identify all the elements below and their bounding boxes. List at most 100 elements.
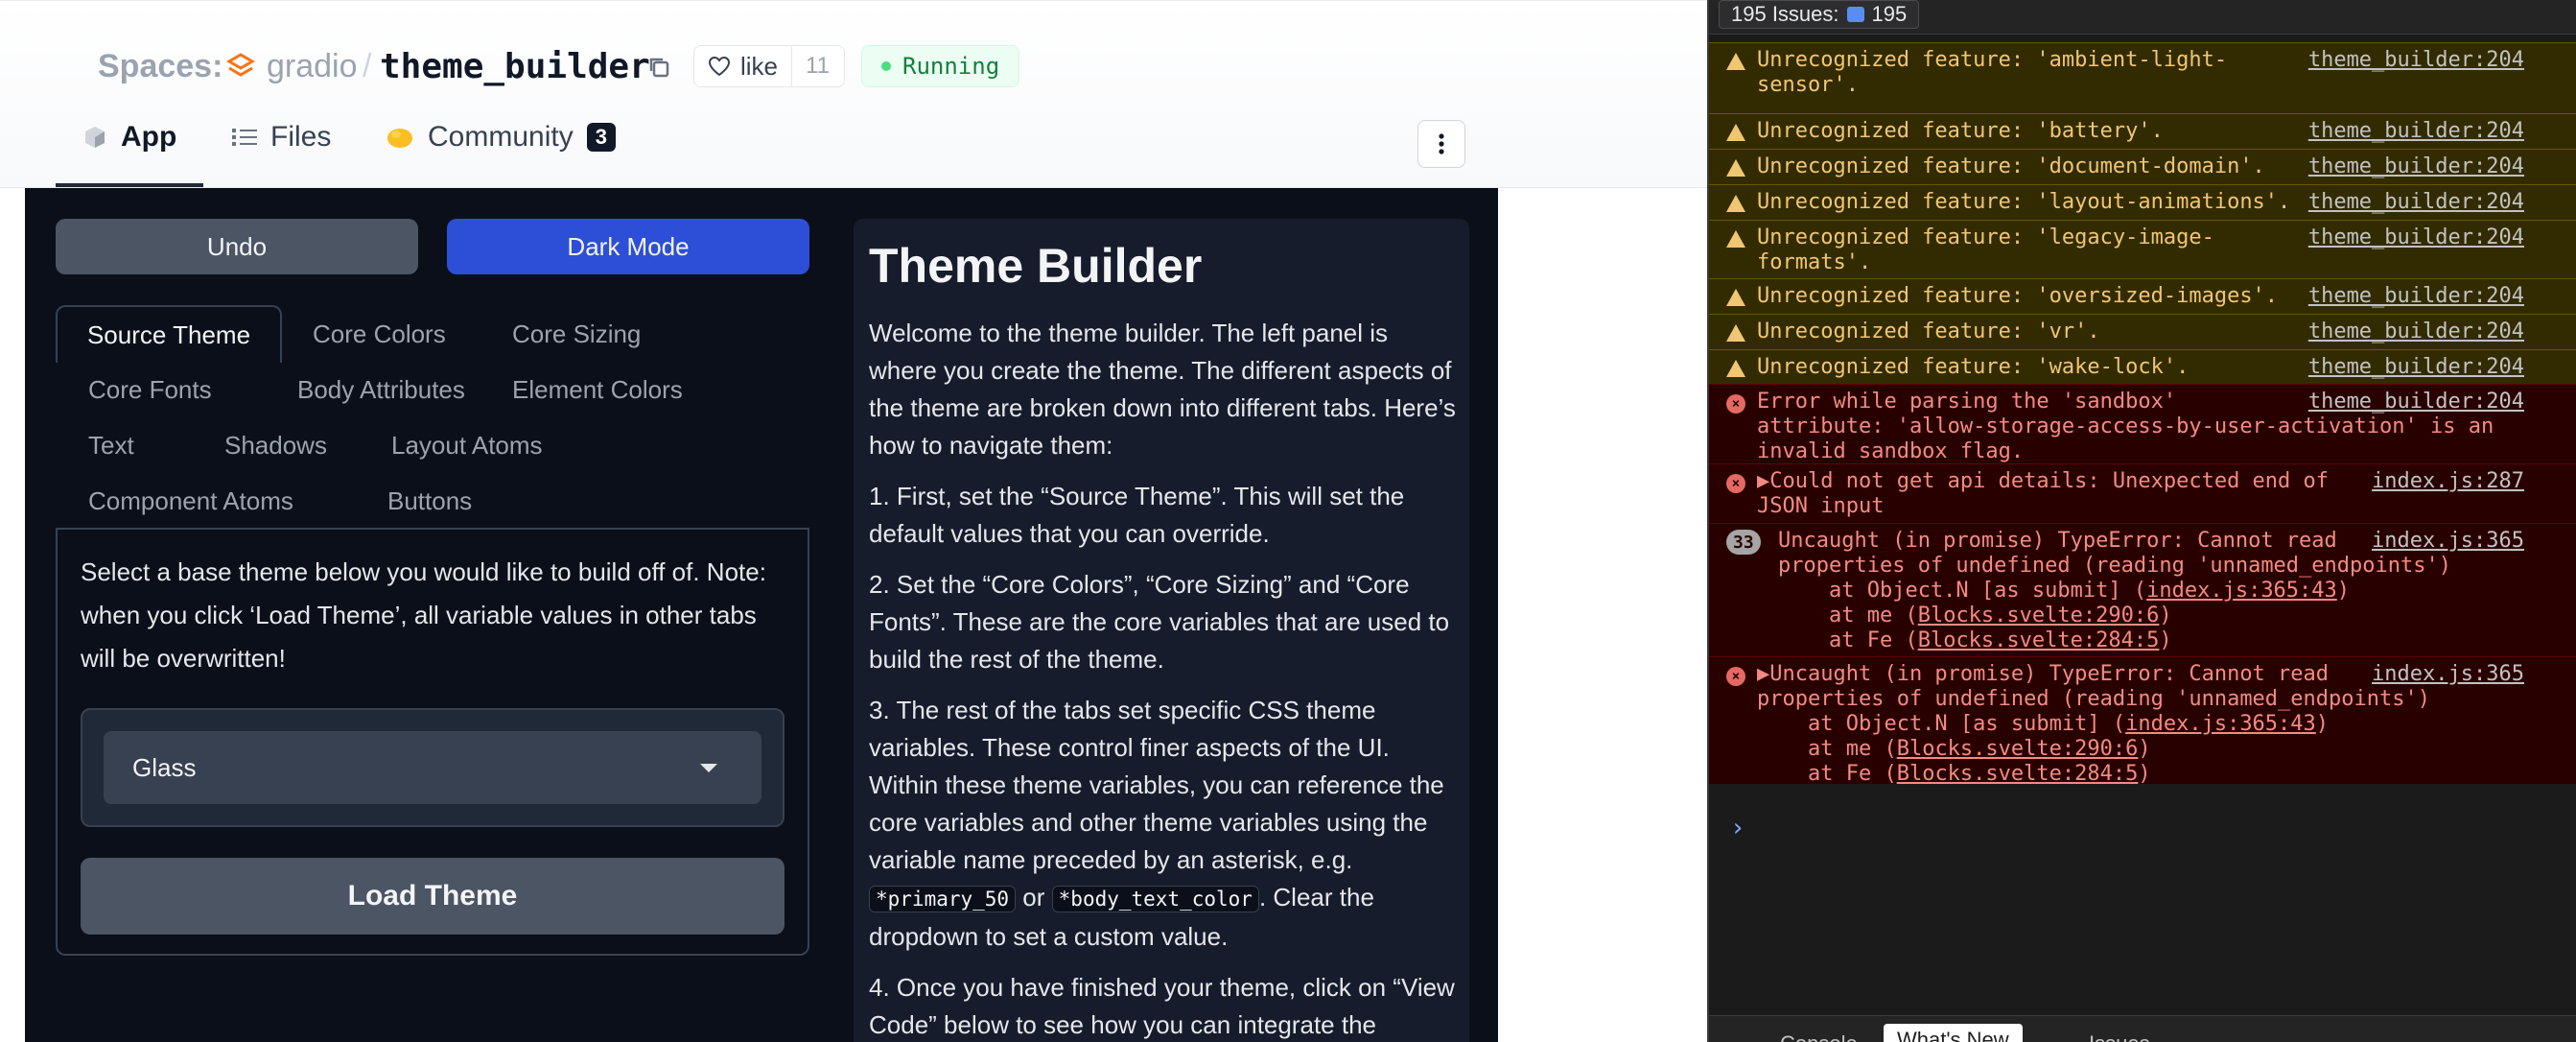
tab-source-theme[interactable]: Source Theme bbox=[56, 305, 282, 363]
like-main[interactable]: like bbox=[694, 46, 793, 86]
console-warning-row[interactable]: Unrecognized feature: 'layout-animations… bbox=[1709, 184, 2576, 220]
hf-space-page: Spaces: gradio / theme_builder like 11 R… bbox=[0, 0, 1707, 1042]
spaces-breadcrumb[interactable]: Spaces: bbox=[98, 43, 222, 89]
like-count[interactable]: 11 bbox=[792, 46, 843, 86]
console-warning-row[interactable]: Unrecognized feature: 'vr'. theme_builder… bbox=[1709, 314, 2576, 349]
source-link[interactable]: theme_builder:204 bbox=[2308, 355, 2524, 380]
files-list-icon bbox=[232, 129, 257, 146]
tab-buttons[interactable]: Buttons bbox=[387, 472, 472, 530]
source-link[interactable]: index.js:365 bbox=[2372, 529, 2524, 554]
source-link[interactable]: theme_builder:204 bbox=[2308, 390, 2524, 414]
tab-app-label: App bbox=[121, 121, 177, 153]
code-body-text-color: *body_text_color bbox=[1051, 886, 1259, 912]
gradio-org-icon bbox=[226, 53, 255, 77]
console-warning-row[interactable]: Unrecognized feature: 'legacy-image- for… bbox=[1709, 220, 2576, 278]
spaces-logo-icon[interactable] bbox=[56, 50, 88, 83]
tab-body-attributes[interactable]: Body Attributes bbox=[297, 361, 465, 418]
source-theme-dropdown[interactable]: Glass bbox=[104, 731, 761, 804]
stack-trace-line: at me (Blocks.svelte:290:6) bbox=[1757, 737, 2151, 761]
theme-tabs: Source Theme Core Colors Core Sizing Cor… bbox=[56, 305, 809, 526]
console-error-row[interactable]: 33 Uncaught (in promise) TypeError: Canno… bbox=[1709, 523, 2576, 656]
tab-component-atoms[interactable]: Component Atoms bbox=[88, 472, 293, 530]
drawer-tab-console[interactable]: Console bbox=[1780, 1031, 1858, 1042]
issues-button[interactable]: 195 Issues: 195 bbox=[1719, 0, 1920, 29]
console-message-text: Unrecognized feature: 'vr'. bbox=[1757, 320, 2100, 343]
console-message-text: Uncaught (in promise) TypeError: Cannot … bbox=[1778, 529, 2451, 652]
status-dot-icon bbox=[881, 61, 891, 71]
repeat-count-badge: 33 bbox=[1726, 530, 1761, 555]
step-2-text: 2. Set the “Core Colors”, “Core Sizing” … bbox=[869, 570, 1450, 674]
error-icon: × bbox=[1726, 667, 1745, 686]
console-message-text: Unrecognized feature: 'legacy-image- for… bbox=[1757, 225, 2214, 274]
code-primary-50: *primary_50 bbox=[869, 886, 1017, 912]
source-link[interactable]: theme_builder:204 bbox=[2308, 320, 2524, 344]
console-message-text: ▶Uncaught (in promise) TypeError: Cannot… bbox=[1757, 662, 2430, 786]
undo-button[interactable]: Undo bbox=[56, 219, 418, 274]
warning-icon bbox=[1726, 53, 1745, 70]
like-button[interactable]: like 11 bbox=[693, 45, 845, 87]
stack-trace-line: at me (Blocks.svelte:290:6) bbox=[1778, 604, 2172, 628]
console-warning-row[interactable]: Unrecognized feature: 'oversized-images'… bbox=[1709, 278, 2576, 314]
tab-layout-atoms[interactable]: Layout Atoms bbox=[391, 416, 543, 474]
tab-app[interactable]: App bbox=[82, 114, 176, 160]
error-icon: × bbox=[1726, 394, 1745, 414]
drawer-tabs: Console What's New Issues bbox=[1709, 1015, 2576, 1042]
warning-icon bbox=[1726, 360, 1745, 377]
copy-icon[interactable] bbox=[646, 55, 671, 80]
error-icon: × bbox=[1726, 474, 1745, 493]
tab-text[interactable]: Text bbox=[88, 416, 134, 474]
stack-trace-link[interactable]: index.js:365:43 bbox=[2125, 712, 2316, 736]
tab-element-colors[interactable]: Element Colors bbox=[512, 361, 683, 418]
source-link[interactable]: theme_builder:204 bbox=[2308, 119, 2524, 144]
status-badge: Running bbox=[861, 45, 1020, 87]
tab-shadows[interactable]: Shadows bbox=[224, 416, 327, 474]
tab-core-sizing[interactable]: Core Sizing bbox=[512, 305, 641, 363]
console-warning-row[interactable]: Unrecognized feature: 'ambient-light- se… bbox=[1709, 42, 2576, 113]
stack-trace-line: at Object.N [as submit] (index.js:365:43… bbox=[1778, 579, 2351, 603]
page-title: Theme Builder bbox=[869, 239, 1203, 293]
heart-icon bbox=[708, 56, 731, 77]
source-link[interactable]: theme_builder:204 bbox=[2308, 190, 2524, 215]
source-link[interactable]: index.js:287 bbox=[2372, 469, 2524, 494]
dropdown-value: Glass bbox=[132, 752, 197, 782]
source-link[interactable]: theme_builder:204 bbox=[2308, 284, 2524, 309]
stack-trace-link[interactable]: Blocks.svelte:290:6 bbox=[1918, 604, 2160, 628]
stack-trace-link[interactable]: Blocks.svelte:284:5 bbox=[1897, 762, 2139, 786]
console-prompt[interactable]: › bbox=[1730, 814, 1745, 842]
tab-community[interactable]: Community 3 bbox=[386, 114, 616, 160]
community-count-badge: 3 bbox=[586, 123, 616, 152]
console-error-row[interactable]: × ▶Could not get api details: Unexpected … bbox=[1709, 463, 2576, 523]
source-link[interactable]: index.js:365 bbox=[2372, 662, 2524, 687]
source-link[interactable]: theme_builder:204 bbox=[2308, 48, 2524, 73]
console-warning-row[interactable]: Unrecognized feature: 'document-domain'.… bbox=[1709, 149, 2576, 184]
org-name-link[interactable]: gradio bbox=[267, 43, 358, 89]
repo-name-link[interactable]: theme_builder bbox=[380, 43, 650, 89]
source-link[interactable]: theme_builder:204 bbox=[2308, 154, 2524, 179]
tab-files[interactable]: Files bbox=[232, 114, 331, 160]
intro-text: Welcome to the theme builder. The left p… bbox=[869, 319, 1456, 460]
tab-core-colors[interactable]: Core Colors bbox=[313, 305, 446, 363]
console-warning-row[interactable]: Unrecognized feature: 'wake-lock'. theme_… bbox=[1709, 349, 2576, 384]
step-3-text: 3. The rest of the tabs set specific CSS… bbox=[869, 692, 1460, 956]
app-cube-icon bbox=[85, 127, 105, 148]
stack-trace-link[interactable]: index.js:365:43 bbox=[2146, 579, 2337, 603]
community-hand-icon bbox=[387, 129, 412, 148]
console-error-row[interactable]: × ▶Uncaught (in promise) TypeError: Canno… bbox=[1709, 656, 2576, 786]
console-error-row[interactable]: × Error while parsing the 'sandbox' attri… bbox=[1709, 384, 2576, 463]
warning-icon bbox=[1726, 159, 1745, 177]
dark-mode-button[interactable]: Dark Mode bbox=[447, 219, 809, 274]
drawer-tab-whats-new[interactable]: What's New bbox=[1884, 1024, 2023, 1042]
drawer-tab-issues[interactable]: Issues bbox=[2089, 1031, 2150, 1042]
breadcrumb-separator: / bbox=[363, 47, 372, 84]
step-3-part-a: 3. The rest of the tabs set specific CSS… bbox=[869, 696, 1444, 874]
load-theme-button[interactable]: Load Theme bbox=[81, 858, 785, 935]
console-warning-row[interactable]: Unrecognized feature: 'battery'. theme_bu… bbox=[1709, 113, 2576, 149]
chevron-down-icon bbox=[700, 764, 717, 772]
stack-trace-link[interactable]: Blocks.svelte:290:6 bbox=[1897, 737, 2139, 761]
tab-core-fonts[interactable]: Core Fonts bbox=[88, 361, 212, 418]
kebab-menu-button[interactable] bbox=[1417, 120, 1465, 168]
step-4-text: 4. Once you have finished your theme, cl… bbox=[869, 973, 1455, 1039]
step-1-text: 1. First, set the “Source Theme”. This w… bbox=[869, 482, 1405, 548]
stack-trace-link[interactable]: Blocks.svelte:284:5 bbox=[1918, 628, 2160, 652]
source-link[interactable]: theme_builder:204 bbox=[2308, 225, 2524, 250]
